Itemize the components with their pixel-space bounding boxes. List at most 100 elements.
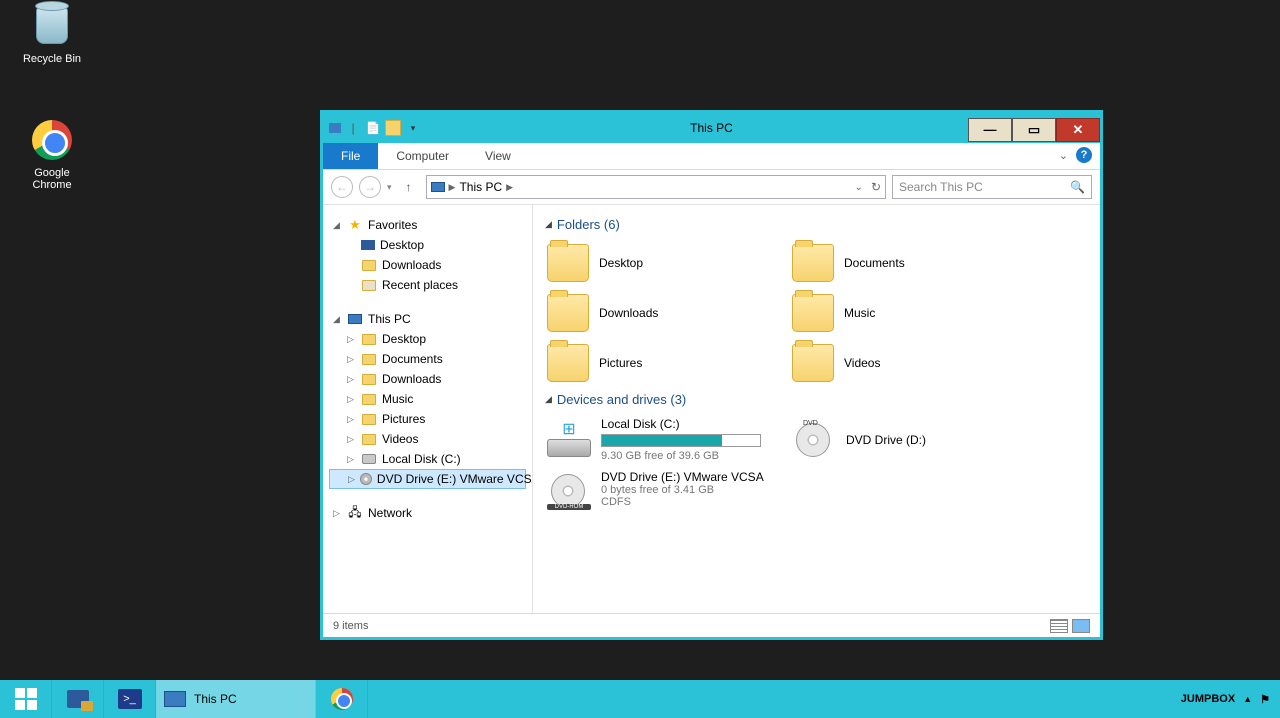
tree-favorites[interactable]: ◢★Favorites <box>329 215 526 235</box>
network-icon: 🖧 <box>347 506 363 520</box>
chrome-icon <box>331 688 353 710</box>
close-button[interactable]: ✕ <box>1056 118 1100 142</box>
help-icon[interactable]: ? <box>1076 147 1092 163</box>
folder-videos[interactable]: Videos <box>790 338 1035 388</box>
tree-item-downloads[interactable]: Downloads <box>329 255 526 275</box>
folder-icon <box>361 372 377 386</box>
windows-logo-icon <box>15 688 37 710</box>
up-button[interactable]: ↑ <box>398 176 420 198</box>
breadcrumb-sep-icon[interactable]: ▶ <box>506 182 513 193</box>
powershell-icon: >_ <box>118 689 142 709</box>
tray-flag-icon[interactable]: ⚑ <box>1260 693 1270 706</box>
desktop-icon-label: Recycle Bin <box>12 53 92 65</box>
breadcrumb-sep-icon: ▶ <box>449 182 456 193</box>
tray-chevron-up-icon[interactable]: ▲ <box>1243 694 1252 704</box>
taskbar-explorer-active[interactable]: This PC <box>156 680 316 718</box>
folder-downloads[interactable]: Downloads <box>545 288 790 338</box>
system-tray[interactable]: JUMPBOX ▲ ⚑ <box>1171 680 1280 718</box>
tree-this-pc[interactable]: ◢This PC <box>329 309 526 329</box>
desktop-recycle-bin[interactable]: Recycle Bin <box>12 6 92 65</box>
breadcrumb[interactable]: This PC <box>459 180 502 194</box>
desktop-icon-label: Google Chrome <box>12 167 92 191</box>
tree-item-videos[interactable]: ▷Videos <box>329 429 526 449</box>
forward-button[interactable]: → <box>359 176 381 198</box>
qat-customize-icon[interactable]: ▾ <box>405 120 421 136</box>
folder-icon <box>547 244 589 282</box>
tree-item-downloads[interactable]: ▷Downloads <box>329 369 526 389</box>
explorer-window: | 📄 ▾ This PC — ▭ ✕ File Computer View ⌄… <box>320 110 1103 640</box>
system-menu-icon[interactable] <box>329 123 341 133</box>
tree-item-desktop[interactable]: ▷Desktop <box>329 329 526 349</box>
host-label: JUMPBOX <box>1181 693 1235 705</box>
tab-view[interactable]: View <box>467 143 529 169</box>
folder-icon <box>792 344 834 382</box>
qat-properties-icon[interactable]: 📄 <box>365 120 381 136</box>
folder-icon <box>361 392 377 406</box>
tree-item-local-disk-c[interactable]: ▷Local Disk (C:) <box>329 449 526 469</box>
tab-file[interactable]: File <box>323 143 378 169</box>
content-pane: ◢Folders (6) Desktop Documents Downloads… <box>533 205 1100 613</box>
view-details-button[interactable] <box>1050 619 1068 633</box>
address-dropdown-icon[interactable]: ⌄ <box>855 182 863 193</box>
minimize-button[interactable]: — <box>968 118 1012 142</box>
tree-network[interactable]: ▷🖧Network <box>329 503 526 523</box>
search-icon: 🔍 <box>1070 180 1085 194</box>
folder-icon <box>792 294 834 332</box>
recycle-bin-icon <box>36 6 68 44</box>
drive-dvd-e[interactable]: DVD-ROM DVD Drive (E:) VMware VCSA 0 byt… <box>545 466 790 514</box>
start-button[interactable] <box>0 680 52 718</box>
taskbar-chrome[interactable] <box>316 680 368 718</box>
group-header-drives[interactable]: ◢Devices and drives (3) <box>545 392 1088 407</box>
search-placeholder: Search This PC <box>899 180 983 194</box>
tab-computer[interactable]: Computer <box>378 143 467 169</box>
recent-icon <box>361 278 377 292</box>
taskbar: >_ This PC JUMPBOX ▲ ⚑ <box>0 680 1280 718</box>
ribbon-tabs: File Computer View ⌄ ? <box>323 143 1100 170</box>
folder-icon <box>361 258 377 272</box>
pc-icon <box>431 182 445 192</box>
pc-icon <box>164 691 186 707</box>
tree-item-desktop[interactable]: Desktop <box>329 235 526 255</box>
maximize-button[interactable]: ▭ <box>1012 118 1056 142</box>
navigation-pane: ◢★Favorites Desktop Downloads Recent pla… <box>323 205 533 613</box>
folder-documents[interactable]: Documents <box>790 238 1035 288</box>
view-large-button[interactable] <box>1072 619 1090 633</box>
folder-icon <box>547 294 589 332</box>
search-input[interactable]: Search This PC 🔍 <box>892 175 1092 199</box>
folder-icon <box>361 432 377 446</box>
folder-icon <box>547 344 589 382</box>
desktop-chrome[interactable]: Google Chrome <box>12 120 92 191</box>
disc-icon <box>360 472 372 486</box>
qat-newfolder-icon[interactable] <box>385 120 401 136</box>
drive-local-c[interactable]: ⊞ Local Disk (C:) 9.30 GB free of 39.6 G… <box>545 413 790 466</box>
tree-item-documents[interactable]: ▷Documents <box>329 349 526 369</box>
taskbar-server-manager[interactable] <box>52 680 104 718</box>
tree-item-recent[interactable]: Recent places <box>329 275 526 295</box>
ribbon-expand-icon[interactable]: ⌄ <box>1059 149 1068 162</box>
folder-music[interactable]: Music <box>790 288 1035 338</box>
navigation-row: ← → ▾ ↑ ▶ This PC ▶ ⌄ ↻ Search This PC 🔍 <box>323 170 1100 205</box>
refresh-icon[interactable]: ↻ <box>871 180 881 194</box>
chrome-icon <box>32 120 72 160</box>
dvd-rom-icon: DVD-ROM <box>547 470 591 510</box>
folder-icon <box>792 244 834 282</box>
address-bar[interactable]: ▶ This PC ▶ ⌄ ↻ <box>426 175 886 199</box>
back-button[interactable]: ← <box>331 176 353 198</box>
folder-icon <box>361 412 377 426</box>
folder-icon <box>361 332 377 346</box>
window-titlebar[interactable]: | 📄 ▾ This PC — ▭ ✕ <box>323 113 1100 143</box>
star-icon: ★ <box>347 218 363 232</box>
group-header-folders[interactable]: ◢Folders (6) <box>545 217 1088 232</box>
folder-pictures[interactable]: Pictures <box>545 338 790 388</box>
tree-item-music[interactable]: ▷Music <box>329 389 526 409</box>
tree-item-dvd-e[interactable]: ▷DVD Drive (E:) VMware VCSA <box>329 469 526 489</box>
capacity-bar <box>601 434 761 447</box>
tree-item-pictures[interactable]: ▷Pictures <box>329 409 526 429</box>
taskbar-powershell[interactable]: >_ <box>104 680 156 718</box>
folder-desktop[interactable]: Desktop <box>545 238 790 288</box>
recent-dropdown-icon[interactable]: ▾ <box>387 182 392 193</box>
monitor-icon <box>361 240 375 250</box>
status-bar: 9 items <box>323 613 1100 637</box>
disk-icon <box>361 452 377 466</box>
drive-dvd-d[interactable]: DVD Drive (D:) <box>790 413 1035 466</box>
